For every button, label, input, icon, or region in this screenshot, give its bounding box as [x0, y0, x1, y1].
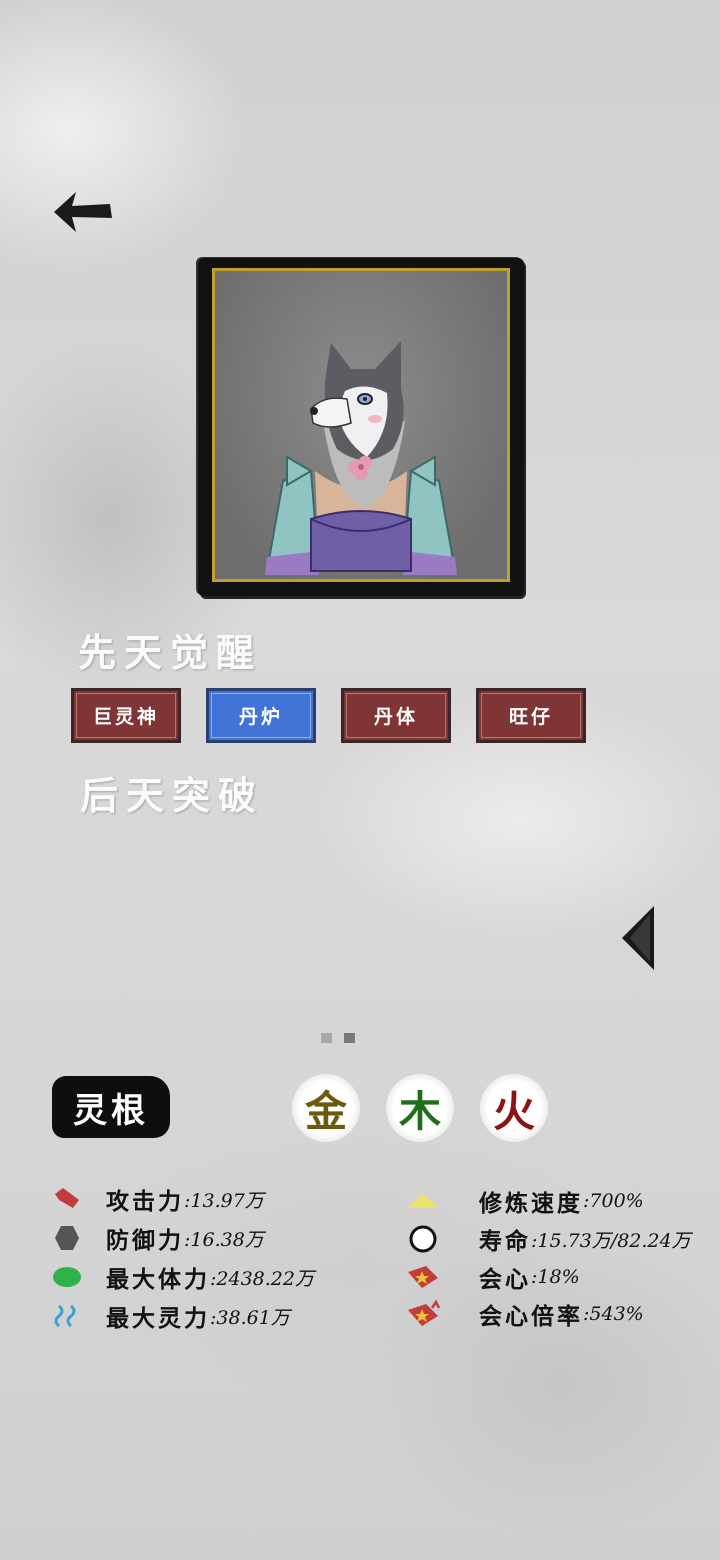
stat-critical-multiplier-value: :543%: [583, 1303, 644, 1325]
spirit-root-label: 灵根: [52, 1076, 170, 1138]
acquired-breakthrough-title: 后天突破: [80, 773, 265, 818]
character-portrait: [212, 268, 510, 582]
back-button[interactable]: [52, 188, 114, 236]
stat-lifespan-value: :15.73万/82.24万: [531, 1229, 691, 1252]
stat-critical: 会心 :18%: [405, 1260, 580, 1294]
stat-critical-multiplier-label: 会心倍率: [479, 1303, 583, 1330]
element-wood-char: 木: [398, 1086, 441, 1136]
element-fire-char: 火: [492, 1086, 535, 1136]
defense-icon: [52, 1223, 82, 1253]
stat-defense-label: 防御力: [106, 1227, 184, 1254]
stat-cultivation-speed: 修炼速度 :700%: [405, 1184, 644, 1218]
innate-awakening-title: 先天觉醒: [78, 630, 263, 675]
back-arrow-icon: [54, 192, 112, 232]
stat-cultivation-speed-value: :700%: [583, 1190, 644, 1212]
spirit-icon: [52, 1301, 82, 1331]
element-wood: 木: [386, 1074, 454, 1142]
stat-attack-label: 攻击力: [106, 1188, 184, 1215]
health-icon: [52, 1262, 82, 1292]
talent-button-pill-body[interactable]: 丹体: [341, 688, 451, 743]
stat-critical-multiplier: 会心倍率 :543%: [405, 1297, 644, 1331]
stat-lifespan-label: 寿命: [479, 1228, 531, 1255]
left-triangle-arrow-icon: [622, 906, 654, 970]
cultivation-speed-icon: [405, 1186, 441, 1216]
critical-multiplier-icon: [405, 1299, 441, 1329]
stat-cultivation-speed-label: 修炼速度: [479, 1190, 583, 1217]
element-metal-char: 金: [304, 1086, 347, 1136]
stat-attack: 攻击力 :13.97万: [52, 1182, 264, 1216]
stat-max-health-label: 最大体力: [106, 1266, 210, 1293]
stat-max-spirit: 最大灵力 :38.61万: [52, 1299, 290, 1333]
page-dot-2[interactable]: [344, 1033, 355, 1043]
character-portrait-frame: [198, 258, 524, 596]
next-page-button[interactable]: [618, 904, 658, 974]
talent-button-giant-spirit[interactable]: 巨灵神: [71, 688, 181, 743]
talent-button-pill-furnace[interactable]: 丹炉: [206, 688, 316, 743]
stat-defense: 防御力 :16.38万: [52, 1221, 264, 1255]
critical-icon: [405, 1262, 441, 1292]
stat-attack-value: :13.97万: [184, 1189, 264, 1212]
element-metal: 金: [292, 1074, 360, 1142]
lifespan-icon: [405, 1224, 441, 1254]
wolf-character-illustration: [265, 341, 457, 575]
stat-critical-label: 会心: [479, 1266, 531, 1293]
stat-max-spirit-value: :38.61万: [210, 1306, 290, 1329]
stat-critical-value: :18%: [531, 1266, 580, 1288]
stat-lifespan: 寿命 :15.73万/82.24万: [405, 1222, 691, 1256]
talent-button-wangzai[interactable]: 旺仔: [476, 688, 586, 743]
stat-max-health: 最大体力 :2438.22万: [52, 1260, 314, 1294]
element-fire: 火: [480, 1074, 548, 1142]
page-dot-1[interactable]: [321, 1033, 332, 1043]
stat-defense-value: :16.38万: [184, 1228, 264, 1251]
stat-max-spirit-label: 最大灵力: [106, 1305, 210, 1332]
stat-max-health-value: :2438.22万: [210, 1267, 314, 1290]
attack-icon: [52, 1184, 82, 1214]
